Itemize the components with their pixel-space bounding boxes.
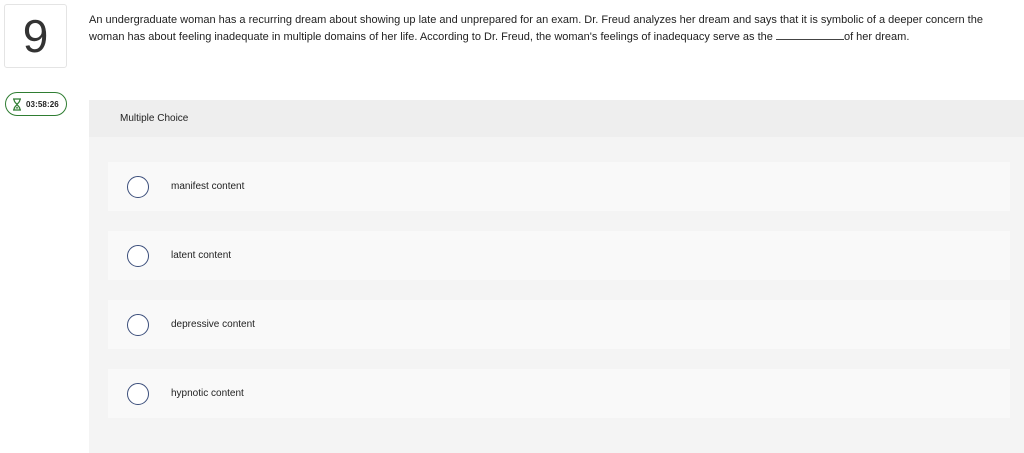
answer-panel: Multiple Choice manifest content latent … [89,100,1024,453]
answer-option[interactable]: latent content [108,231,1010,280]
timer-badge: 03:58:26 [5,92,67,116]
question-number-box: 9 [4,4,67,68]
answer-option-label: manifest content [171,181,245,192]
answer-option-label: depressive content [171,319,255,330]
question-type-header: Multiple Choice [89,100,1024,137]
answer-option-label: hypnotic content [171,388,244,399]
question-number: 9 [22,10,49,62]
answer-option[interactable]: hypnotic content [108,369,1010,418]
radio-button[interactable] [127,382,149,405]
answer-option-label: latent content [171,250,232,261]
timer-value: 03:58:26 [26,99,59,109]
question-prompt: An undergraduate woman has a recurring d… [89,12,1004,45]
fill-in-blank [775,31,844,40]
answer-option[interactable]: manifest content [108,162,1010,211]
hourglass-icon [12,97,22,111]
radio-button[interactable] [127,244,149,267]
question-page: 9 03:58:26 An undergraduate woman has a … [0,0,1024,453]
answer-option[interactable]: depressive content [108,300,1010,349]
radio-button[interactable] [127,313,149,336]
radio-button[interactable] [127,175,149,198]
question-type-label: Multiple Choice [120,113,189,124]
prompt-text-after-blank: of her dream. [843,30,910,43]
